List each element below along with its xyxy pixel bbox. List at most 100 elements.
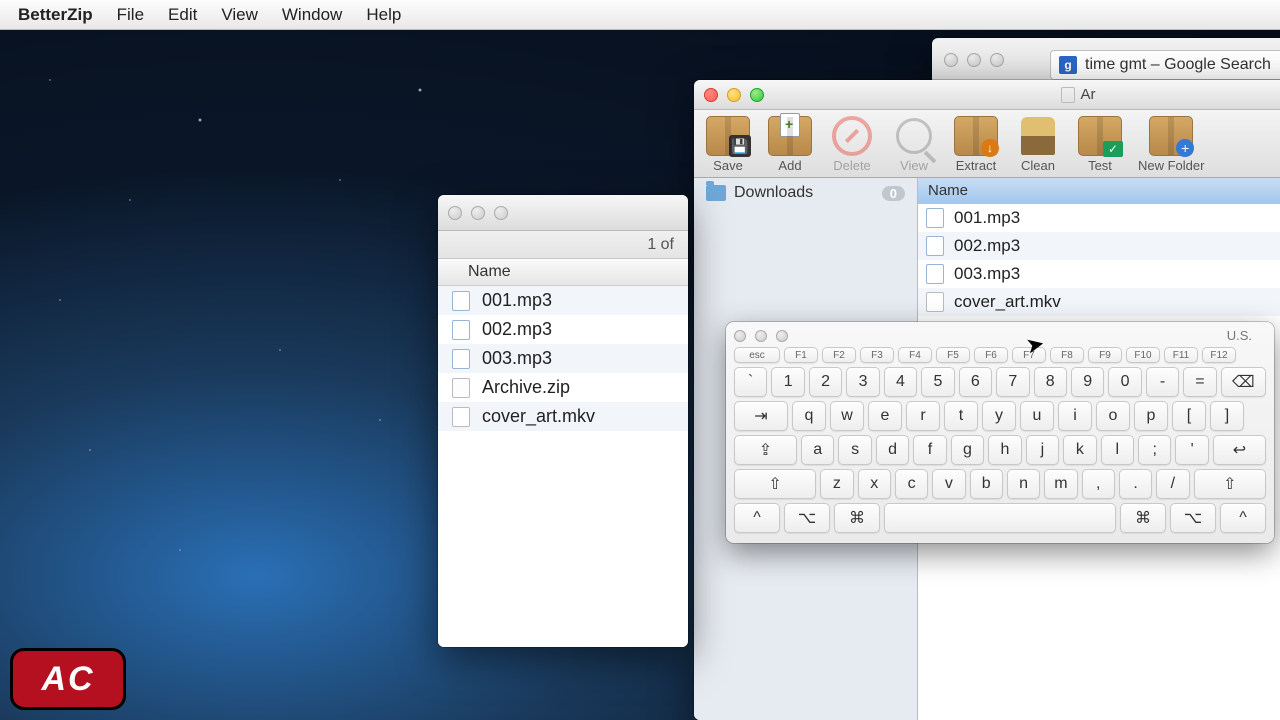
list-item[interactable]: 001.mp3 (438, 286, 688, 315)
key[interactable]: j (1026, 435, 1059, 465)
minimize-icon[interactable] (967, 53, 981, 67)
menu-help[interactable]: Help (366, 5, 401, 25)
zoom-icon[interactable] (990, 53, 1004, 67)
key[interactable]: . (1119, 469, 1152, 499)
key[interactable]: 1 (771, 367, 804, 397)
key[interactable]: F9 (1088, 347, 1122, 363)
key[interactable]: p (1134, 401, 1168, 431)
key[interactable]: ⌥ (784, 503, 830, 533)
key[interactable]: ; (1138, 435, 1171, 465)
key[interactable]: w (830, 401, 864, 431)
list-item[interactable]: Archive.zip (438, 373, 688, 402)
zoom-icon[interactable] (750, 88, 764, 102)
list-item[interactable]: cover_art.mkv (438, 402, 688, 431)
key[interactable]: F11 (1164, 347, 1198, 363)
key[interactable]: ^ (734, 503, 780, 533)
key[interactable]: 8 (1034, 367, 1067, 397)
extract-button[interactable]: ↓ Extract (952, 116, 1000, 173)
zoom-icon[interactable] (494, 206, 508, 220)
key[interactable]: m (1044, 469, 1077, 499)
key[interactable]: 2 (809, 367, 842, 397)
key[interactable] (884, 503, 1116, 533)
key[interactable]: k (1063, 435, 1096, 465)
close-icon[interactable] (944, 53, 958, 67)
zoom-icon[interactable] (776, 330, 788, 342)
key[interactable]: ⌘ (834, 503, 880, 533)
key[interactable]: F2 (822, 347, 856, 363)
key[interactable]: z (820, 469, 853, 499)
key[interactable]: ⇧ (1194, 469, 1266, 499)
key[interactable]: ^ (1220, 503, 1266, 533)
key[interactable]: 3 (846, 367, 879, 397)
new-folder-button[interactable]: + New Folder (1138, 116, 1204, 173)
key[interactable]: F1 (784, 347, 818, 363)
key[interactable]: c (895, 469, 928, 499)
key[interactable]: = (1183, 367, 1216, 397)
key[interactable]: q (792, 401, 826, 431)
column-name[interactable]: Name ▲ (918, 178, 1280, 203)
key[interactable]: a (801, 435, 834, 465)
safari-tab[interactable]: g time gmt – Google Search (1050, 50, 1280, 80)
key[interactable]: ⇪ (734, 435, 797, 465)
key[interactable]: ⇧ (734, 469, 816, 499)
menu-view[interactable]: View (221, 5, 258, 25)
key[interactable]: g (951, 435, 984, 465)
table-row[interactable]: 002.mp3 2014-0 (918, 232, 1280, 260)
close-icon[interactable] (704, 88, 718, 102)
key[interactable]: F12 (1202, 347, 1236, 363)
key[interactable]: ⇥ (734, 401, 788, 431)
list-item[interactable]: 003.mp3 (438, 344, 688, 373)
key[interactable]: r (906, 401, 940, 431)
key[interactable]: d (876, 435, 909, 465)
close-icon[interactable] (448, 206, 462, 220)
key[interactable]: 4 (884, 367, 917, 397)
key[interactable]: ] (1210, 401, 1244, 431)
delete-button[interactable]: Delete (828, 116, 876, 173)
add-button[interactable]: Add (766, 116, 814, 173)
finder-titlebar[interactable] (438, 195, 688, 231)
close-icon[interactable] (734, 330, 746, 342)
key[interactable]: i (1058, 401, 1092, 431)
key[interactable]: 6 (959, 367, 992, 397)
key[interactable]: s (838, 435, 871, 465)
test-button[interactable]: ✓ Test (1076, 116, 1124, 173)
key[interactable]: o (1096, 401, 1130, 431)
betterzip-titlebar[interactable]: Ar (694, 80, 1280, 110)
key[interactable]: h (988, 435, 1021, 465)
app-name[interactable]: BetterZip (18, 5, 93, 25)
key[interactable]: t (944, 401, 978, 431)
key[interactable]: F3 (860, 347, 894, 363)
view-button[interactable]: View (890, 116, 938, 173)
key[interactable]: F4 (898, 347, 932, 363)
key[interactable]: 9 (1071, 367, 1104, 397)
key[interactable]: ⌫ (1221, 367, 1266, 397)
key[interactable]: n (1007, 469, 1040, 499)
sidebar-item-downloads[interactable]: Downloads 0 (694, 178, 917, 208)
clean-button[interactable]: Clean (1014, 116, 1062, 173)
key[interactable]: F6 (974, 347, 1008, 363)
key[interactable]: v (932, 469, 965, 499)
key[interactable]: ` (734, 367, 767, 397)
menu-file[interactable]: File (117, 5, 144, 25)
menu-window[interactable]: Window (282, 5, 342, 25)
list-item[interactable]: 002.mp3 (438, 315, 688, 344)
key[interactable]: u (1020, 401, 1054, 431)
key[interactable]: ⌘ (1120, 503, 1166, 533)
key[interactable]: , (1082, 469, 1115, 499)
key[interactable]: 5 (921, 367, 954, 397)
key[interactable]: ' (1175, 435, 1208, 465)
key[interactable]: ↩ (1213, 435, 1266, 465)
key[interactable]: / (1156, 469, 1189, 499)
menu-edit[interactable]: Edit (168, 5, 197, 25)
key[interactable]: F5 (936, 347, 970, 363)
key[interactable]: 0 (1108, 367, 1141, 397)
key[interactable]: l (1101, 435, 1134, 465)
minimize-icon[interactable] (755, 330, 767, 342)
key[interactable]: x (858, 469, 891, 499)
key[interactable]: f (913, 435, 946, 465)
key[interactable]: F8 (1050, 347, 1084, 363)
key[interactable]: 7 (996, 367, 1029, 397)
save-button[interactable]: 💾 Save (704, 116, 752, 173)
column-name[interactable]: Name (438, 259, 688, 286)
key[interactable]: ⌥ (1170, 503, 1216, 533)
